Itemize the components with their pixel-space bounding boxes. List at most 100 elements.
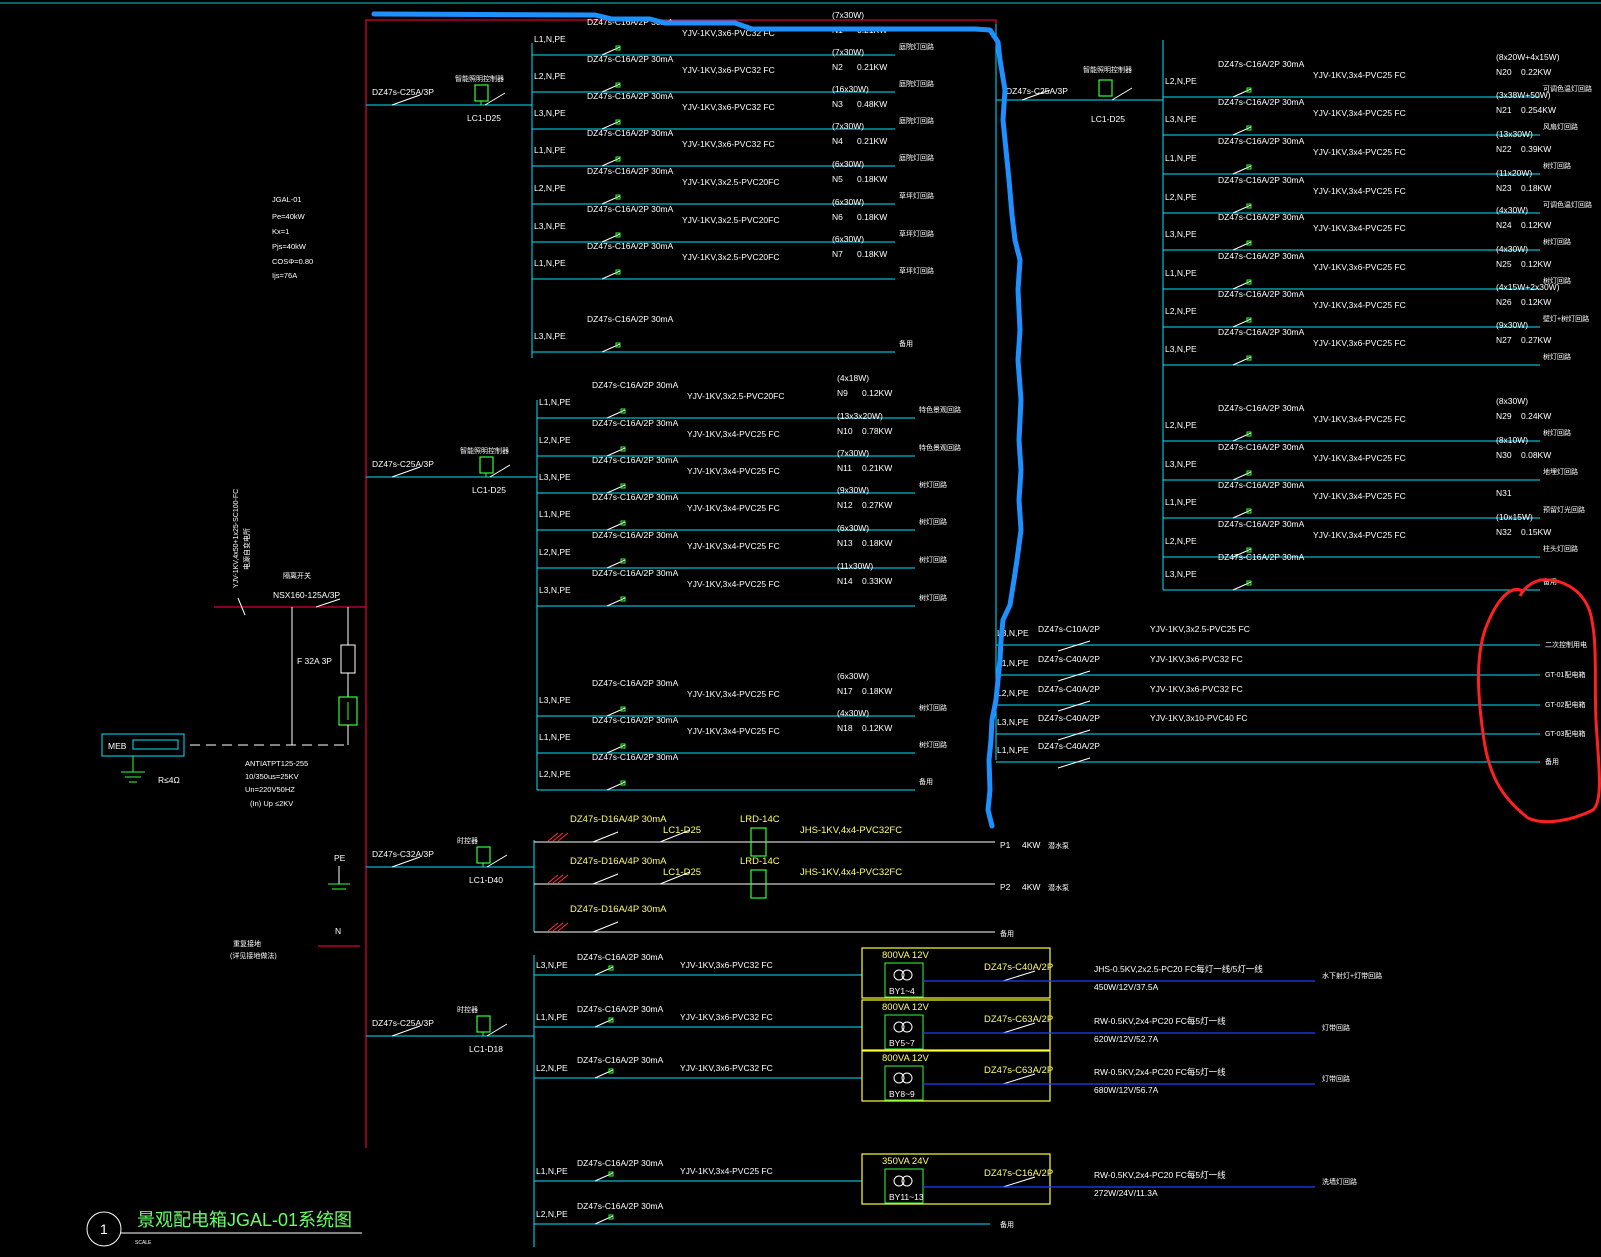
- contactor-label: 智能照明控制器: [455, 74, 504, 83]
- lv-breaker: DZ47s-C63A/2P: [984, 1014, 1053, 1025]
- circuit-desc: 备用: [1545, 757, 1559, 766]
- circuit-cable: YJV-1KV,3x2.5-PVC25 FC: [1150, 624, 1250, 634]
- circuit-breaker: DZ47s-C16A/2P 30mA: [587, 204, 674, 214]
- circuit-phase: L1,N,PE: [539, 397, 571, 407]
- circuit-phase: L3,N,PE: [1165, 459, 1197, 469]
- lv-breaker: DZ47s-C16A/2P: [984, 1168, 1053, 1179]
- circuit-load: (11x20W): [1496, 168, 1532, 178]
- earth-resistance: R≤4Ω: [158, 775, 180, 785]
- circuit-power: 0.12KW: [862, 388, 892, 398]
- circuit-cable: YJV-1KV,3x4-PVC25 FC: [687, 429, 780, 439]
- circuit-load: (4x30W): [1496, 205, 1528, 215]
- transformer-rating: 800VA 12V: [882, 950, 930, 961]
- circuit-id: N9: [837, 388, 848, 398]
- circuit-load: (7x30W): [832, 47, 864, 57]
- circuit-cable: YJV-1KV,3x4-PVC25 FC: [1313, 70, 1406, 80]
- circuit-desc: 柱头灯回路: [1543, 544, 1578, 553]
- circuit-breaker: DZ47s-C16A/2P 30mA: [1218, 251, 1305, 261]
- lv-cable: RW-0.5KV,2x4-PC20 FC每5灯一线: [1094, 1067, 1226, 1077]
- circuit-load: (10x15W): [1496, 512, 1533, 522]
- circuit-cable: YJV-1KV,3x6-PVC32 FC: [682, 139, 775, 149]
- circuit-power: 0.18KW: [857, 249, 887, 259]
- circuit-breaker: DZ47s-C16A/2P 30mA: [1218, 59, 1305, 69]
- circuit-breaker: DZ47s-C16A/2P 30mA: [592, 678, 679, 688]
- circuit-phase: L3,N,PE: [1165, 114, 1197, 124]
- circuit-load: (4x15W+2x30W): [1496, 282, 1560, 292]
- circuit-desc: 树灯回路: [919, 703, 947, 712]
- main-switch-model: NSX160-125A/3P: [273, 590, 340, 600]
- circuit-desc: GT-03配电箱: [1545, 729, 1585, 738]
- circuit-cable: YJV-1KV,3x4-PVC25 FC: [1313, 223, 1406, 233]
- contactor-label: 智能照明控制器: [460, 446, 509, 455]
- circuit-phase: L2,N,PE: [1165, 536, 1197, 546]
- circuit-phase: L2,N,PE: [1165, 192, 1197, 202]
- circuit-phase: L3,N,PE: [1165, 344, 1197, 354]
- circuit-breaker: DZ47s-C16A/2P 30mA: [577, 1004, 664, 1014]
- pump-relay: LRD-14C: [740, 814, 780, 825]
- circuit-id: N29: [1496, 411, 1512, 421]
- n-note-1: 重复接地: [233, 939, 261, 948]
- circuit-desc: 草坪灯回路: [899, 229, 934, 238]
- circuit-power: 0.24KW: [1521, 411, 1551, 421]
- circuit-desc: 树灯回路: [1543, 352, 1571, 361]
- pump-cable: JHS-1KV,4x4-PVC32FC: [800, 825, 902, 836]
- circuit-phase: L2,N,PE: [534, 183, 566, 193]
- circuit-phase: L1,N,PE: [1165, 268, 1197, 278]
- circuit-phase: L1,N,PE: [536, 1166, 568, 1176]
- main-switch-label: 隔离开关: [283, 571, 311, 580]
- pump-relay: LRD-14C: [740, 856, 780, 867]
- pump-breaker: DZ47s-D16A/4P 30mA: [570, 904, 667, 915]
- circuit-breaker: DZ47s-C16A/2P 30mA: [1218, 289, 1305, 299]
- circuit-breaker: DZ47s-C16A/2P 30mA: [587, 314, 674, 324]
- circuit-desc: 树灯回路: [919, 740, 947, 749]
- lv-desc: 灯带回路: [1322, 1074, 1350, 1083]
- circuit-desc: 树灯回路: [919, 555, 947, 564]
- circuit-desc: 风扇灯回路: [1543, 122, 1578, 131]
- circuit-cable: YJV-1KV,3x4-PVC25 FC: [1313, 108, 1406, 118]
- circuit-breaker: DZ47s-C16A/2P 30mA: [577, 1055, 664, 1065]
- contactor-label: 时控器: [457, 836, 478, 845]
- circuit-phase: L1,N,PE: [534, 34, 566, 44]
- circuit-phase: L2,N,PE: [536, 1209, 568, 1219]
- circuit-breaker: DZ47s-C16A/2P 30mA: [592, 455, 679, 465]
- circuit-desc: 草坪灯回路: [899, 191, 934, 200]
- circuit-breaker: DZ47s-C16A/2P 30mA: [577, 1201, 664, 1211]
- circuit-breaker: DZ47s-C16A/2P 30mA: [1218, 552, 1305, 562]
- circuit-power: 0.21KW: [862, 463, 892, 473]
- pump-power: 4KW: [1022, 882, 1040, 892]
- panel-pe: Pe=40kW: [272, 212, 306, 221]
- circuit-phase: L1,N,PE: [539, 732, 571, 742]
- circuit-desc: 庭院灯回路: [899, 153, 934, 162]
- pump-id: P1: [1000, 840, 1011, 850]
- lv-load: 620W/12V/52.7A: [1094, 1034, 1159, 1044]
- circuit-cable: YJV-1KV,3x4-PVC25 FC: [1313, 530, 1406, 540]
- circuit-cable: YJV-1KV,3x4-PVC25 FC: [1313, 186, 1406, 196]
- transformer-id: BY5~7: [889, 1038, 915, 1048]
- circuit-power: 0.18KW: [862, 538, 892, 548]
- circuit-cable: YJV-1KV,3x6-PVC32 FC: [1150, 684, 1243, 694]
- lv-load: 680W/12V/56.7A: [1094, 1085, 1159, 1095]
- circuit-phase: L3,N,PE: [1165, 569, 1197, 579]
- circuit-desc: 树灯回路: [919, 593, 947, 602]
- circuit-cable: YJV-1KV,3x2.5-PVC20FC: [682, 215, 779, 225]
- circuit-desc: 地埋灯回路: [1543, 467, 1578, 476]
- circuit-id: N23: [1496, 183, 1512, 193]
- spd-pulse: 10/350us=25KV: [245, 772, 299, 781]
- circuit-id: N14: [837, 576, 853, 586]
- circuit-breaker: DZ47s-C16A/2P 30mA: [577, 952, 664, 962]
- panel-name: JGAL-01: [272, 195, 302, 204]
- circuit-power: 0.15KW: [1521, 527, 1551, 537]
- circuit-power: 0.27KW: [862, 500, 892, 510]
- lv-desc: 水下射灯+灯带回路: [1322, 971, 1382, 980]
- circuit-cable: YJV-1KV,3x4-PVC25 FC: [1313, 453, 1406, 463]
- circuit-desc: 树灯回路: [1543, 237, 1571, 246]
- circuit-breaker: DZ47s-C16A/2P 30mA: [587, 91, 674, 101]
- circuit-id: N12: [837, 500, 853, 510]
- circuit-phase: L3,N,PE: [534, 221, 566, 231]
- circuit-phase: L2,N,PE: [539, 547, 571, 557]
- circuit-load: (7x30W): [832, 121, 864, 131]
- circuit-load: (8x20W+4x15W): [1496, 52, 1560, 62]
- circuit-load: (16x30W): [832, 84, 869, 94]
- circuit-breaker: DZ47s-C16A/2P 30mA: [587, 241, 674, 251]
- incoming-cable: YJV-1KV,4x50+1x25-SC100-FC: [233, 489, 240, 588]
